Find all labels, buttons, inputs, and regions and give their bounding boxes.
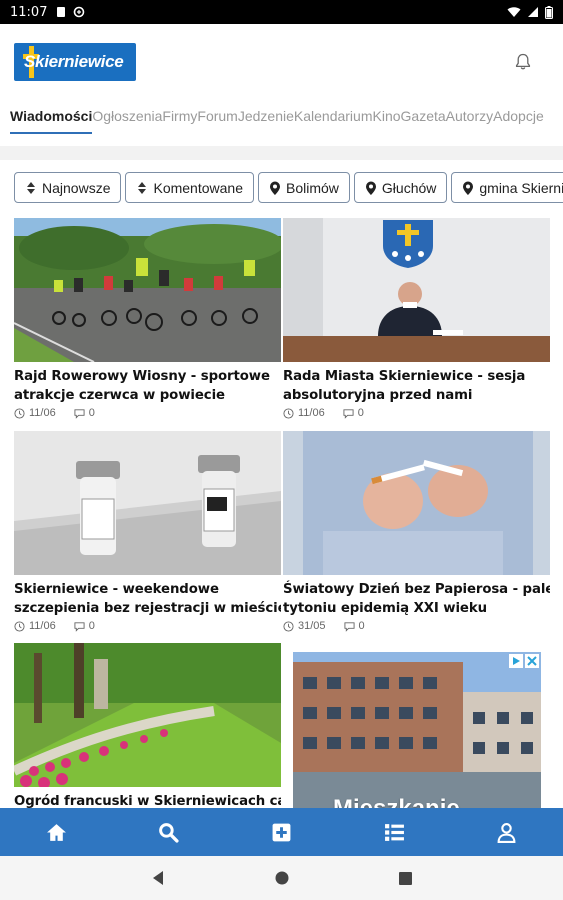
ad-info-icon[interactable]: [509, 654, 523, 668]
filter-label: Najnowsze: [42, 179, 111, 196]
tab-adopcje[interactable]: Adopcje: [493, 100, 544, 134]
article-image: [14, 643, 281, 787]
ad-close-icon[interactable]: [525, 654, 539, 668]
back-icon[interactable]: [151, 870, 165, 886]
bottom-navigation: [0, 808, 563, 856]
article-comments: 0: [357, 407, 364, 419]
article-image: [283, 431, 550, 575]
article-meta: 11/06 0: [14, 407, 281, 419]
ad-image: [293, 652, 541, 812]
article-card[interactable]: Światowy Dzień bez Papierosa - palenie t…: [283, 431, 550, 632]
tab-gazeta[interactable]: Gazeta: [401, 100, 446, 134]
filter-bolimow[interactable]: Bolimów: [258, 172, 350, 203]
article-title: Skierniewice - weekendowe: [14, 582, 219, 597]
tab-ogloszenia[interactable]: Ogłoszenia: [92, 100, 162, 134]
status-time: 11:07: [10, 4, 48, 20]
article-card[interactable]: Rajd Rowerowy Wiosny - sportowe atrakcje…: [14, 218, 281, 419]
nav-list[interactable]: [338, 808, 450, 856]
sort-icon: [138, 181, 147, 194]
article-image: [14, 431, 281, 575]
article-meta: 11/06 0: [283, 407, 550, 419]
tab-firmy[interactable]: Firmy: [162, 100, 197, 134]
article-title-line2: atrakcje czerwca w powiecie: [14, 388, 225, 403]
clock-icon: [283, 407, 294, 419]
signal-icon: [528, 7, 538, 17]
article-date: 11/06: [29, 620, 56, 632]
filter-label: gmina Skierniewice: [479, 179, 563, 196]
tab-autorzy[interactable]: Autorzy: [446, 100, 493, 134]
tab-jedzenie[interactable]: Jedzenie: [238, 100, 294, 134]
filter-chips: Najnowsze Komentowane Bolimów Głuchów gm…: [14, 172, 563, 204]
article-comments: 0: [358, 620, 365, 632]
article-image: [14, 218, 281, 362]
filter-gmina-skierniewice[interactable]: gmina Skierniewice: [451, 172, 563, 203]
home-circle-icon[interactable]: [275, 871, 289, 885]
nav-home[interactable]: [0, 808, 112, 856]
nav-add[interactable]: [225, 808, 337, 856]
article-image: [283, 218, 550, 362]
filter-najnowsze[interactable]: Najnowsze: [14, 172, 122, 203]
filter-label: Bolimów: [286, 179, 339, 196]
filter-gluchow[interactable]: Głuchów: [353, 172, 448, 203]
tab-wiadomosci[interactable]: Wiadomości: [10, 100, 93, 134]
clock-icon: [14, 620, 25, 632]
sort-icon: [27, 181, 35, 194]
article-title: Rada Miasta Skierniewice - sesja: [283, 369, 526, 384]
category-tabs: Wiadomości Ogłoszenia Firmy Forum Jedzen…: [0, 100, 563, 146]
app-header: Skierniewice: [0, 24, 563, 100]
wifi-icon: [507, 7, 521, 17]
clock-icon: [14, 407, 25, 419]
clock-icon: [283, 620, 294, 632]
comment-icon: [74, 408, 85, 419]
ad-choices[interactable]: [509, 654, 539, 668]
article-title-line2: tytoniu epidemią XXI wieku: [283, 601, 487, 616]
map-pin-icon: [463, 181, 474, 195]
add-icon: [272, 823, 291, 841]
status-bar: 11:07: [0, 0, 563, 24]
article-date: 31/05: [298, 620, 326, 632]
article-card[interactable]: Skierniewice - weekendowe szczepienia be…: [14, 431, 281, 632]
filter-label: Głuchów: [381, 179, 437, 196]
article-title-line2: absolutoryjna przed nami: [283, 388, 473, 403]
article-card[interactable]: Ogród francuski w Skierniewicach cały: [14, 643, 281, 811]
logo-text: Skierniewice: [24, 52, 124, 71]
comment-icon: [74, 621, 85, 632]
article-comments: 0: [88, 407, 95, 419]
filter-label: Komentowane: [153, 179, 243, 196]
list-icon: [384, 823, 404, 841]
battery-icon: [545, 5, 553, 19]
tab-kalendarium[interactable]: Kalendarium: [294, 100, 373, 134]
article-date: 11/06: [298, 407, 325, 419]
article-meta: 31/05 0: [283, 620, 550, 632]
notification-bell-icon[interactable]: [513, 52, 533, 72]
app-logo[interactable]: Skierniewice: [14, 43, 136, 81]
map-pin-icon: [365, 181, 376, 195]
tab-forum[interactable]: Forum: [197, 100, 237, 134]
article-comments: 0: [88, 620, 95, 632]
user-icon: [497, 822, 516, 843]
home-icon: [46, 823, 66, 841]
article-date: 11/06: [29, 407, 56, 419]
system-navigation: [0, 856, 563, 900]
article-title: Światowy Dzień bez Papierosa - palenie: [283, 582, 550, 597]
search-icon: [159, 822, 179, 843]
comment-icon: [343, 408, 354, 419]
nav-profile[interactable]: [451, 808, 563, 856]
advertisement[interactable]: Mieszkanie: [293, 652, 541, 812]
comment-icon: [343, 621, 355, 632]
recents-icon[interactable]: [399, 871, 412, 885]
data-saver-icon: [74, 6, 85, 18]
sim-card-icon: [57, 7, 66, 17]
section-divider: [0, 146, 563, 160]
article-title-line2: szczepienia bez rejestracji w mieście: [14, 601, 281, 616]
article-title: Rajd Rowerowy Wiosny - sportowe: [14, 369, 270, 384]
tab-kino[interactable]: Kino: [373, 100, 401, 134]
nav-search[interactable]: [113, 808, 225, 856]
map-pin-icon: [270, 181, 280, 195]
filter-komentowane[interactable]: Komentowane: [125, 172, 254, 203]
article-card[interactable]: Rada Miasta Skierniewice - sesja absolut…: [283, 218, 550, 419]
article-meta: 11/06 0: [14, 620, 281, 632]
